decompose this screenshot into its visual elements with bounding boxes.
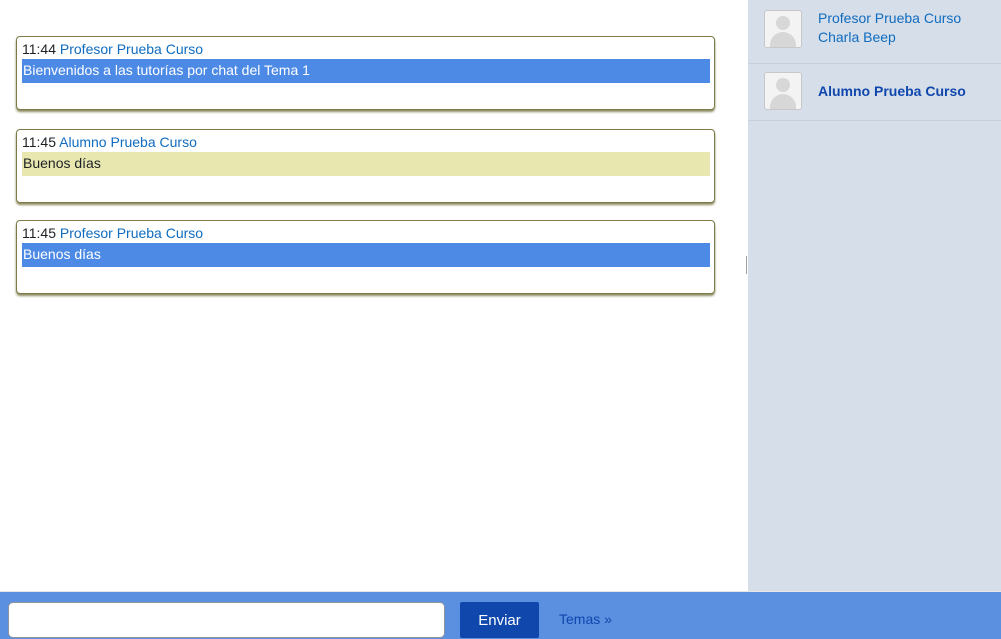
message-text: Buenos días: [22, 152, 710, 176]
message-text: Bienvenidos a las tutorías por chat del …: [22, 59, 710, 83]
chat-message: 11:45 Profesor Prueba Curso Buenos días: [16, 220, 715, 294]
user-avatar-icon[interactable]: [764, 10, 802, 48]
users-sidebar: Profesor Prueba Curso Charla Beep Alumno…: [748, 0, 1001, 591]
message-header: 11:44 Profesor Prueba Curso: [22, 39, 710, 59]
message-author-link[interactable]: Alumno Prueba Curso: [59, 134, 197, 150]
user-name-link[interactable]: Alumno Prueba Curso: [818, 82, 966, 101]
user-list-item: Profesor Prueba Curso Charla Beep: [748, 0, 1001, 64]
chat-messages-panel: 11:44 Profesor Prueba Curso Bienvenidos …: [0, 0, 746, 591]
message-time: 11:45: [22, 134, 56, 150]
themes-link[interactable]: Temas »: [559, 611, 612, 627]
message-time: 11:44: [22, 41, 56, 57]
message-input[interactable]: [8, 602, 445, 638]
user-name-link[interactable]: Profesor Prueba Curso: [818, 9, 961, 28]
user-avatar-icon[interactable]: [764, 72, 802, 110]
composer-bar: Enviar Temas »: [0, 591, 1001, 639]
message-time: 11:45: [22, 225, 56, 241]
user-list-item: Alumno Prueba Curso: [748, 64, 1001, 121]
message-header: 11:45 Alumno Prueba Curso: [22, 132, 710, 152]
chat-message: 11:44 Profesor Prueba Curso Bienvenidos …: [16, 36, 715, 110]
send-button[interactable]: Enviar: [460, 602, 539, 638]
message-author-link[interactable]: Profesor Prueba Curso: [60, 225, 203, 241]
message-text: Buenos días: [22, 243, 710, 267]
chat-message: 11:45 Alumno Prueba Curso Buenos días: [16, 129, 715, 203]
message-header: 11:45 Profesor Prueba Curso: [22, 223, 710, 243]
message-author-link[interactable]: Profesor Prueba Curso: [60, 41, 203, 57]
beep-link[interactable]: Charla Beep: [818, 28, 896, 47]
